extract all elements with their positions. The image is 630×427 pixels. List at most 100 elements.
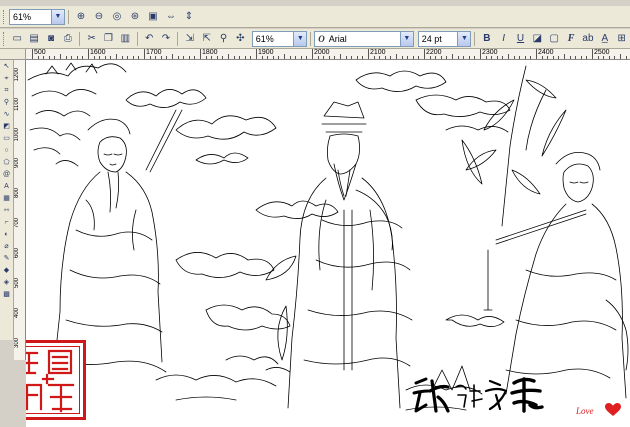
font-list-combo[interactable]: O Arial ▼	[314, 30, 414, 47]
font-size-combo[interactable]: 24 pt ▼	[417, 30, 472, 47]
redo-icon[interactable]: ↷	[160, 32, 173, 46]
outline-icon[interactable]: ▢	[548, 32, 561, 46]
toolbox: ↖ ⌖ ⌗ ⚲ ∿ ◩ ▭ ○ ⬠ @ A ▦ ⇿ ⌐ ◐ ⌀ ✎ ◆ ◈ ▩	[0, 60, 14, 340]
symbol-icon[interactable]: ⊞	[615, 32, 628, 46]
zoom-in-icon[interactable]: ⊕	[74, 10, 88, 24]
line-art-illustration[interactable]	[26, 60, 630, 427]
chevron-down-icon[interactable]: ▼	[399, 31, 413, 46]
zoom-level-combo-2[interactable]: 61% ▼	[251, 30, 308, 47]
mesh-fill-icon[interactable]: ▩	[2, 289, 12, 299]
bold-icon[interactable]: B	[480, 32, 493, 46]
horizontal-ruler[interactable]: 500 1600 1700 1800 1900 2000 2100 2200 2300 2400 2…	[26, 49, 630, 60]
chevron-down-icon[interactable]: ▼	[457, 31, 471, 46]
ruler-minor-tick	[267, 56, 269, 59]
new-icon[interactable]: ▭	[11, 32, 24, 46]
toolbar-grip[interactable]	[3, 31, 6, 46]
crop-tool-icon[interactable]: ⌗	[2, 85, 12, 95]
text-tool-icon[interactable]: A	[2, 181, 12, 191]
paste-icon[interactable]: ▥	[119, 32, 132, 46]
connector-tool-icon[interactable]: ⌐	[2, 217, 12, 227]
font-size-value: 24 pt	[421, 33, 442, 44]
heart-icon	[605, 403, 621, 416]
font-name-value: Arial	[328, 33, 347, 44]
ruler-minor-tick	[216, 56, 218, 59]
zoom-level-combo[interactable]: 61% ▼	[9, 8, 65, 25]
ruler-minor-tick	[485, 56, 487, 59]
import-icon[interactable]: ⇲	[183, 32, 196, 46]
welcome-screen-icon[interactable]: ✣	[234, 32, 247, 46]
ruler-minor-tick	[558, 56, 560, 59]
ruler-minor-tick	[99, 56, 101, 59]
ruler-label: 1000	[14, 128, 20, 142]
ruler-minor-tick	[188, 56, 190, 59]
love-caption: Love	[576, 406, 594, 416]
drawing-canvas[interactable]: Love	[26, 60, 630, 427]
ruler-minor-tick	[228, 54, 229, 59]
ruler-minor-tick	[317, 56, 319, 59]
save-icon[interactable]: ◙	[45, 32, 58, 46]
rectangle-tool-icon[interactable]: ▭	[2, 133, 12, 143]
zoom-height-icon[interactable]: ⇕	[182, 10, 196, 24]
format-text-icon[interactable]: F	[565, 32, 578, 46]
ruler-minor-tick	[222, 56, 224, 59]
central-figure	[287, 101, 413, 409]
vertical-ruler[interactable]: 1200 1100 1000 900 800 700 600 500 400 300	[14, 60, 26, 360]
export-icon[interactable]: ⇱	[200, 32, 213, 46]
italic-icon[interactable]: I	[497, 32, 510, 46]
ruler-minor-tick	[463, 56, 465, 59]
zoom-width-icon[interactable]: ⇔	[164, 10, 178, 24]
ruler-minor-tick	[379, 56, 381, 59]
smart-fill-icon[interactable]: ◩	[2, 121, 12, 131]
zoom-out-icon[interactable]: ⊖	[92, 10, 106, 24]
shape-tool-icon[interactable]: ⌖	[2, 73, 12, 83]
eyedropper-tool-icon[interactable]: ⌀	[2, 241, 12, 251]
seal-glyphs	[26, 349, 75, 413]
blend-tool-icon[interactable]: ◐	[2, 229, 12, 239]
zoom-all-icon[interactable]: ⊛	[128, 10, 142, 24]
fill-icon[interactable]: ◪	[531, 32, 544, 46]
app-launcher-icon[interactable]: ⚲	[217, 32, 230, 46]
zoom-tool-icon[interactable]: ⚲	[2, 97, 12, 107]
ruler-minor-tick	[446, 56, 448, 59]
table-tool-icon[interactable]: ▦	[2, 193, 12, 203]
zoom-selection-icon[interactable]: ◎	[110, 10, 124, 24]
chevron-down-icon[interactable]: ▼	[51, 9, 64, 24]
ruler-tick	[144, 49, 145, 59]
ruler-corner[interactable]	[0, 49, 26, 60]
ruler-minor-tick	[575, 56, 577, 59]
fill-tool-icon[interactable]: ◆	[2, 265, 12, 275]
toolbar-grip[interactable]	[3, 9, 6, 24]
zoom-page-icon[interactable]: ▣	[146, 10, 160, 24]
pick-tool-icon[interactable]: ↖	[2, 61, 12, 71]
underline-icon[interactable]: U	[514, 32, 527, 46]
ruler-label: 1800	[202, 49, 218, 56]
copy-icon[interactable]: ❐	[102, 32, 115, 46]
char-icon[interactable]: A̲	[598, 32, 611, 46]
ruler-minor-tick	[323, 56, 325, 59]
ruler-minor-tick	[104, 56, 106, 59]
cut-icon[interactable]: ✂	[85, 32, 98, 46]
dimension-tool-icon[interactable]: ⇿	[2, 205, 12, 215]
undo-icon[interactable]: ↶	[143, 32, 156, 46]
edit-text-icon[interactable]: ab	[582, 32, 595, 46]
ruler-minor-tick	[149, 56, 151, 59]
ruler-minor-tick	[468, 56, 470, 59]
ruler-minor-tick	[244, 56, 246, 59]
ruler-tick	[536, 49, 537, 59]
print-icon[interactable]: ⎙	[61, 32, 74, 46]
ruler-label: 500	[34, 49, 46, 56]
ruler-tick	[200, 49, 201, 59]
zoom-level-value-2: 61%	[255, 33, 274, 44]
chevron-down-icon[interactable]: ▼	[293, 31, 307, 46]
freehand-tool-icon[interactable]: ∿	[2, 109, 12, 119]
interactive-fill-icon[interactable]: ◈	[2, 277, 12, 287]
ellipse-tool-icon[interactable]: ○	[2, 145, 12, 155]
polygon-tool-icon[interactable]: ⬠	[2, 157, 12, 167]
open-icon[interactable]: ▤	[28, 32, 41, 46]
ruler-label: 800	[14, 188, 20, 199]
outline-tool-icon[interactable]: ✎	[2, 253, 12, 263]
spiral-tool-icon[interactable]: @	[2, 169, 12, 179]
clouds	[125, 70, 511, 373]
ruler-minor-tick	[457, 56, 459, 59]
ruler-minor-tick	[519, 56, 521, 59]
